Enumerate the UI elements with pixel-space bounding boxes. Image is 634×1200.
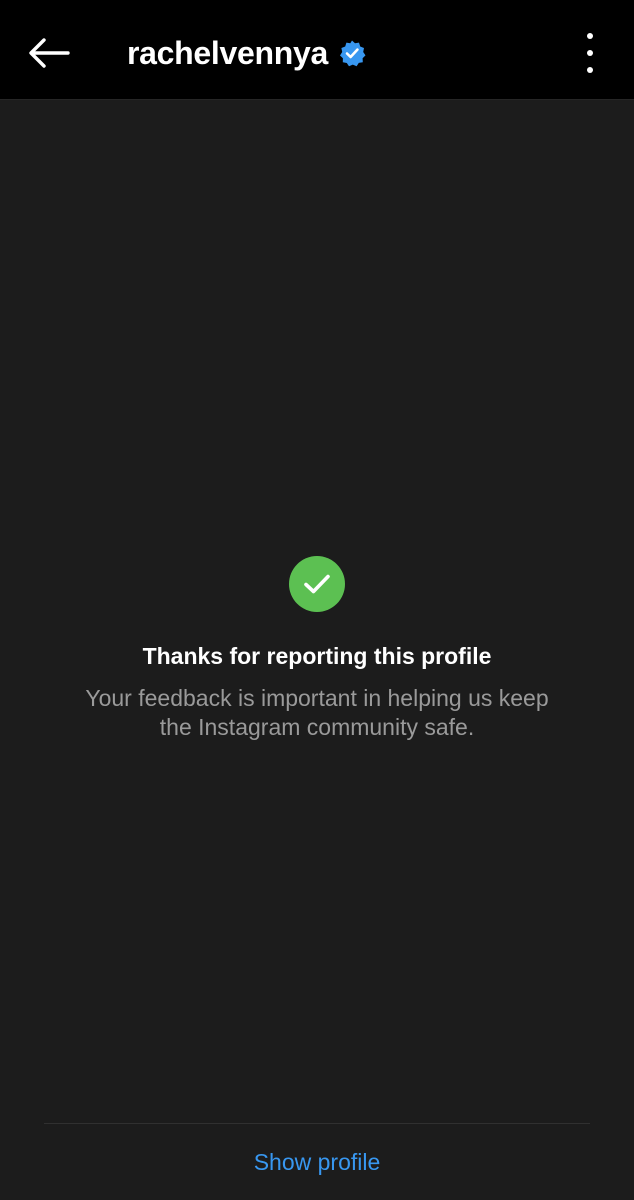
profile-title: rachelvennya	[127, 30, 366, 76]
confirmation-message: Your feedback is important in helping us…	[85, 685, 549, 740]
report-confirmation-screen: rachelvennya Thanks for reporting this p…	[0, 0, 634, 1200]
vertical-ellipsis-icon-dot	[587, 67, 593, 73]
username-label: rachelvennya	[127, 34, 328, 71]
top-app-bar: rachelvennya	[0, 0, 634, 100]
vertical-ellipsis-icon-dot	[587, 50, 593, 56]
footer-divider	[44, 1123, 590, 1124]
arrow-left-icon	[29, 38, 70, 68]
check-circle-icon	[289, 556, 345, 612]
more-options-button[interactable]	[582, 33, 598, 73]
report-success-message: Thanks for reporting this profile Your f…	[0, 556, 634, 742]
verified-badge-icon	[338, 39, 366, 67]
vertical-ellipsis-icon-dot	[587, 33, 593, 39]
show-profile-button[interactable]: Show profile	[0, 1146, 634, 1178]
confirmation-title: Thanks for reporting this profile	[142, 643, 492, 669]
back-button[interactable]	[20, 26, 78, 80]
